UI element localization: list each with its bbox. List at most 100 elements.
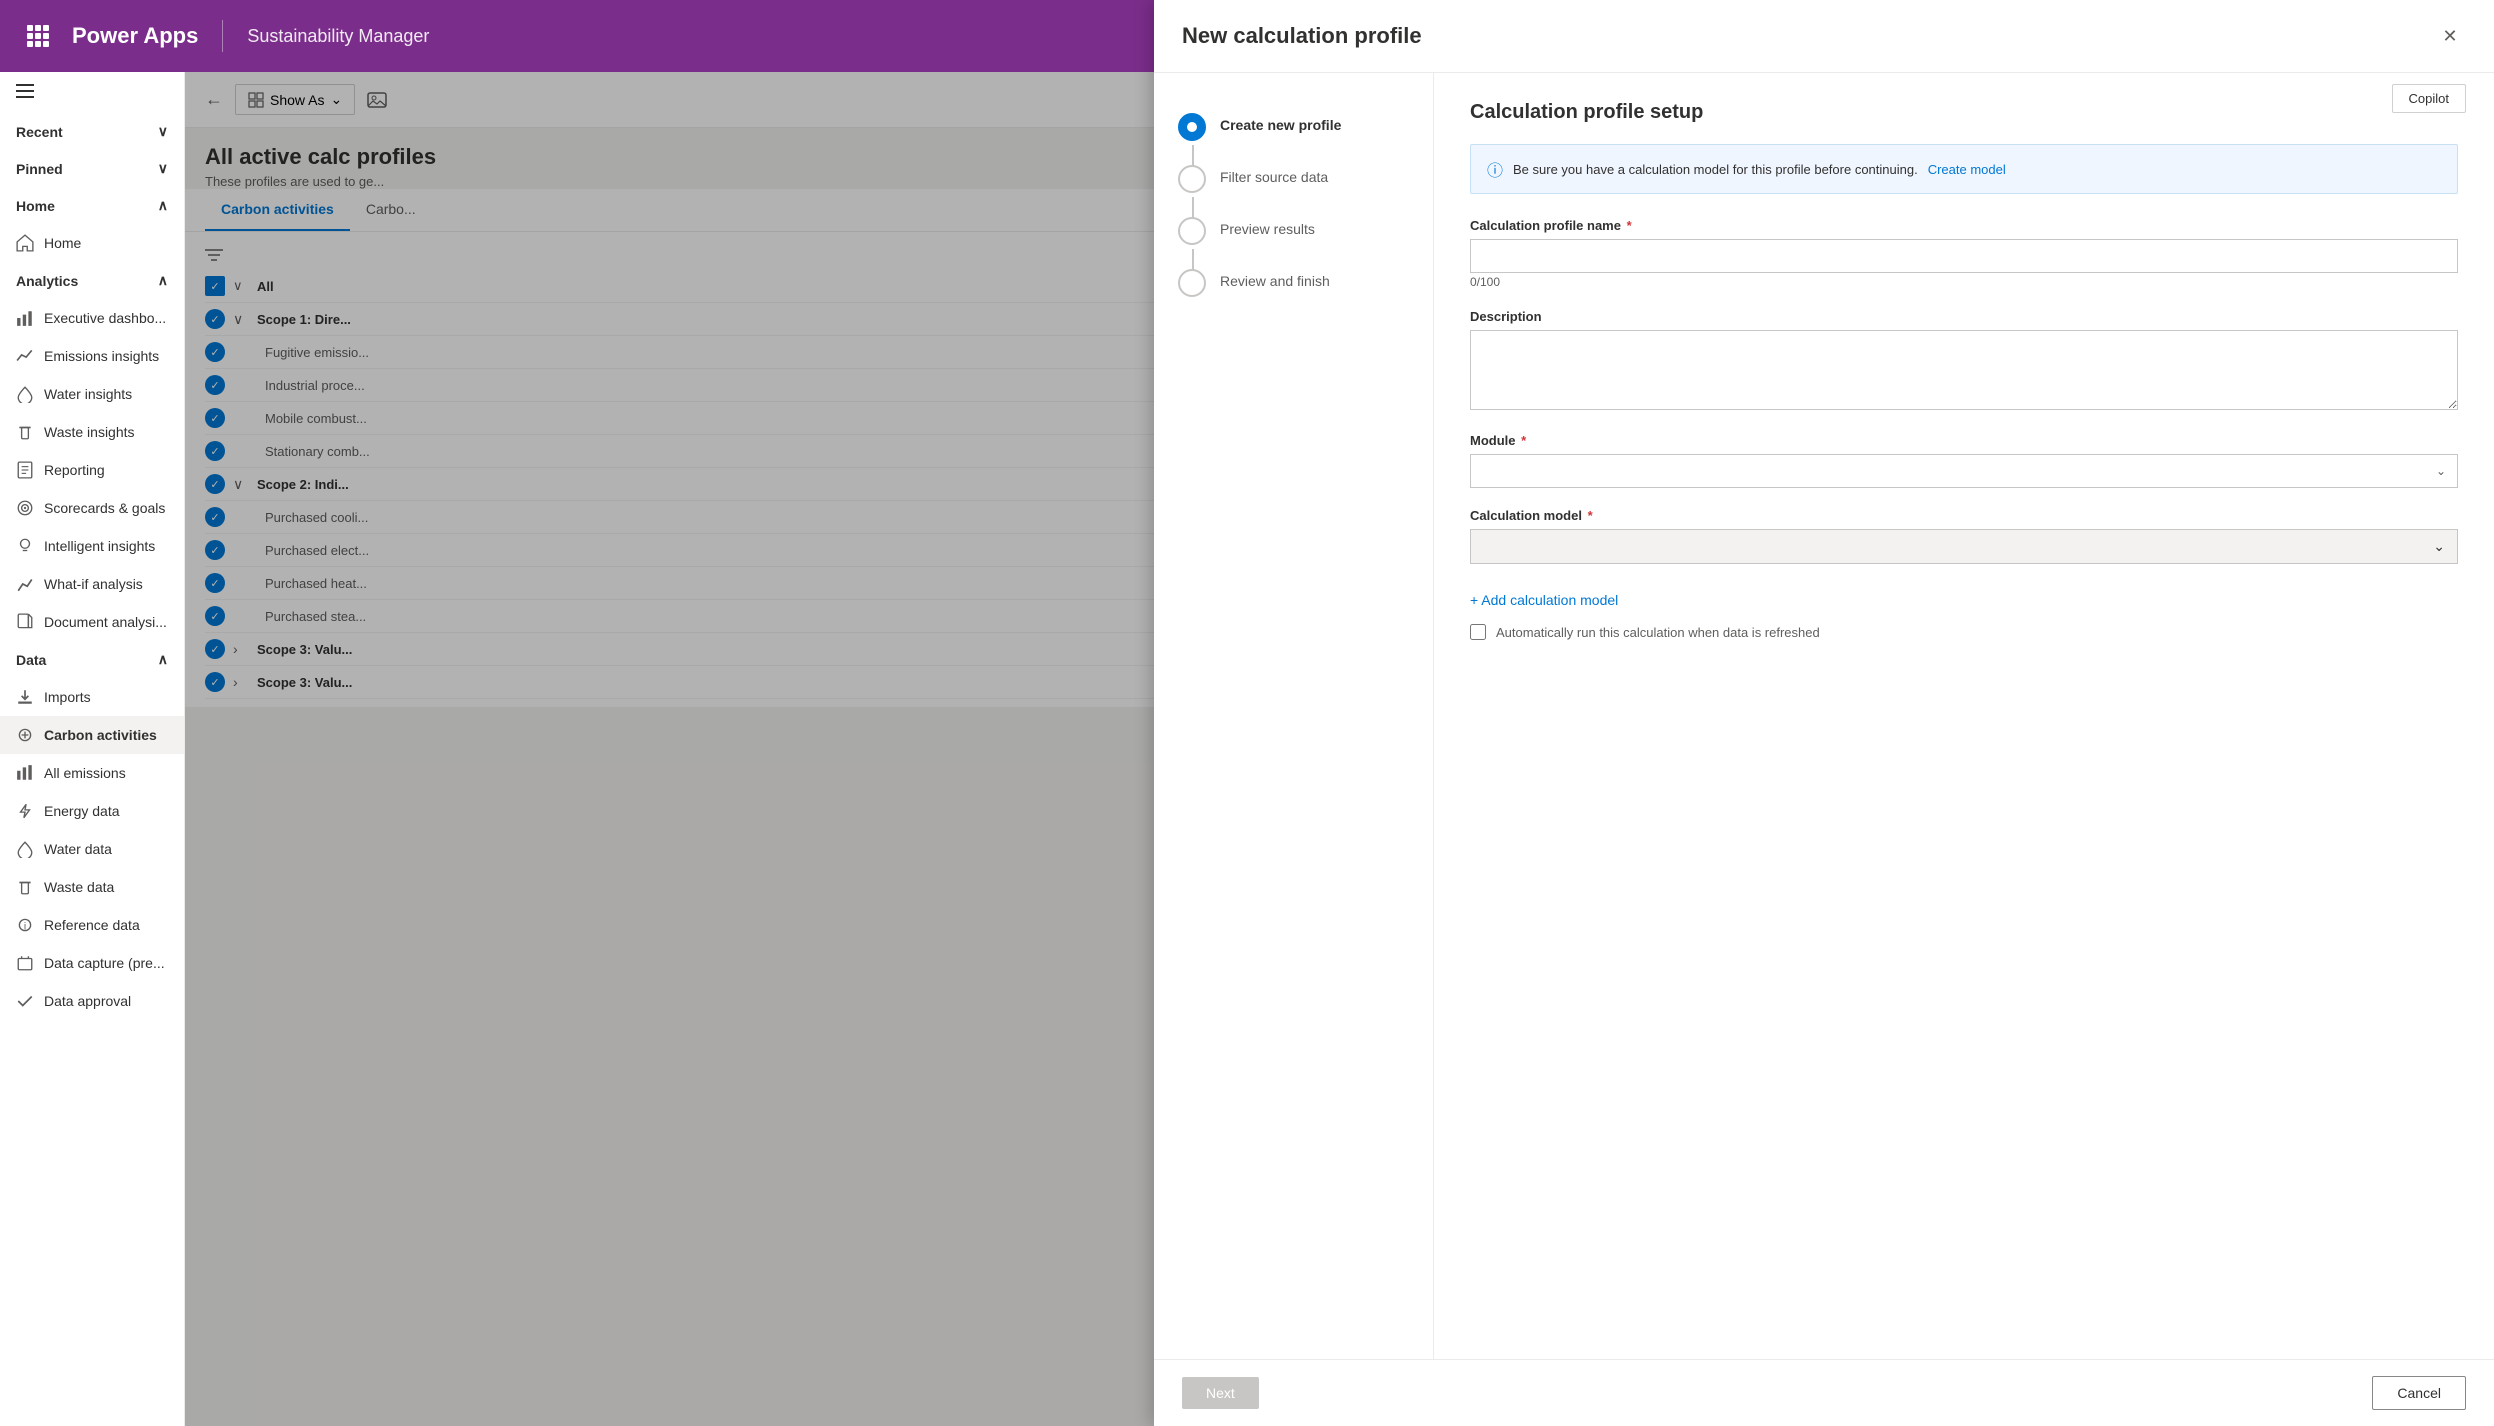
sidebar-section-recent[interactable]: Recent ∨ [0, 113, 184, 150]
pinned-chevron: ∨ [158, 160, 168, 177]
home-section-label: Home [16, 198, 55, 214]
sidebar-item-water-data[interactable]: Water data [0, 830, 184, 868]
home-chevron: ∧ [158, 197, 168, 214]
app-name: Power Apps [72, 23, 198, 49]
sidebar-item-data-approval[interactable]: Data approval [0, 982, 184, 1020]
create-model-link[interactable]: Create model [1928, 162, 2006, 177]
char-count: 0/100 [1470, 275, 2458, 289]
sidebar-item-label: Waste data [44, 879, 114, 895]
sidebar-item-document[interactable]: Document analysi... [0, 603, 184, 641]
sidebar-item-label: Document analysi... [44, 614, 167, 630]
sidebar-item-energy-data[interactable]: Energy data [0, 792, 184, 830]
analytics-section-label: Analytics [16, 273, 78, 289]
step-item-2: Filter source data [1178, 153, 1409, 205]
sidebar-section-data[interactable]: Data ∧ [0, 641, 184, 678]
sidebar-item-reference-data[interactable]: i Reference data [0, 906, 184, 944]
data-section-label: Data [16, 652, 46, 668]
sidebar-item-label: Waste insights [44, 424, 135, 440]
form-field-module: Module * ⌄ [1470, 433, 2458, 488]
description-textarea[interactable] [1470, 330, 2458, 410]
required-indicator: * [1521, 433, 1526, 448]
sidebar-item-whatif[interactable]: What-if analysis [0, 565, 184, 603]
sidebar-item-imports[interactable]: Imports [0, 678, 184, 716]
sidebar-section-pinned[interactable]: Pinned ∨ [0, 150, 184, 187]
all-emissions-icon [16, 764, 34, 782]
waste-icon [16, 423, 34, 441]
sidebar-item-executive-dashboard[interactable]: Executive dashbo... [0, 299, 184, 337]
hamburger-button[interactable] [0, 72, 184, 113]
form-field-calculation-model: Calculation model * ⌄ [1470, 508, 2458, 564]
target-icon [16, 499, 34, 517]
sidebar-item-water-insights[interactable]: Water insights [0, 375, 184, 413]
sidebar-item-waste-data[interactable]: Waste data [0, 868, 184, 906]
step-item-3: Preview results [1178, 205, 1409, 257]
chart-icon [16, 309, 34, 327]
sidebar-item-label: Energy data [44, 803, 120, 819]
sidebar-item-label: Reference data [44, 917, 140, 933]
next-button[interactable]: Next [1182, 1377, 1259, 1409]
info-message: Be sure you have a calculation model for… [1513, 162, 1918, 177]
form-field-description: Description [1470, 309, 2458, 413]
sidebar-item-label: All emissions [44, 765, 126, 781]
sidebar-item-intelligent-insights[interactable]: Intelligent insights [0, 527, 184, 565]
module-select[interactable] [1470, 454, 2458, 488]
sidebar-item-all-emissions[interactable]: All emissions [0, 754, 184, 792]
required-indicator: * [1588, 508, 1593, 523]
waste-data-icon [16, 878, 34, 896]
copilot-button[interactable]: Copilot [2392, 84, 2466, 113]
sidebar-item-label: Data capture (pre... [44, 955, 165, 971]
carbon-icon [16, 726, 34, 744]
step-circle-1 [1178, 113, 1206, 141]
step-label-1: Create new profile [1220, 113, 1341, 133]
sidebar-item-data-capture[interactable]: Data capture (pre... [0, 944, 184, 982]
close-button[interactable]: ✕ [2434, 20, 2466, 52]
sidebar-item-label: Carbon activities [44, 727, 157, 743]
water-data-icon [16, 840, 34, 858]
import-icon [16, 688, 34, 706]
pinned-label: Pinned [16, 161, 63, 177]
sidebar-section-analytics[interactable]: Analytics ∧ [0, 262, 184, 299]
step-circle-4 [1178, 269, 1206, 297]
sidebar-item-emissions-insights[interactable]: Emissions insights [0, 337, 184, 375]
report-icon [16, 461, 34, 479]
sidebar-item-label: Imports [44, 689, 91, 705]
sidebar-item-label: Data approval [44, 993, 131, 1009]
step-label-2: Filter source data [1220, 165, 1328, 185]
sidebar-item-label: Home [44, 235, 81, 251]
sidebar-item-home[interactable]: Home [0, 224, 184, 262]
cancel-button[interactable]: Cancel [2372, 1376, 2466, 1410]
form-section-title: Calculation profile setup [1470, 101, 2458, 124]
calculation-model-label: Calculation model * [1470, 508, 2458, 523]
app-subtitle: Sustainability Manager [247, 26, 429, 47]
modal-footer: Next Cancel [1154, 1359, 2494, 1426]
modal-title: New calculation profile [1182, 23, 1422, 49]
sidebar-section-home[interactable]: Home ∧ [0, 187, 184, 224]
info-icon: ⓘ [1487, 157, 1503, 181]
waffle-icon[interactable] [20, 18, 56, 54]
recent-label: Recent [16, 124, 63, 140]
water-icon [16, 385, 34, 403]
sidebar-item-waste-insights[interactable]: Waste insights [0, 413, 184, 451]
add-calculation-model-button[interactable]: + Add calculation model [1470, 584, 1618, 616]
sidebar-item-reporting[interactable]: Reporting [0, 451, 184, 489]
modal-panel: New calculation profile ✕ Create new pro… [1154, 0, 2494, 1426]
sidebar-item-label: Emissions insights [44, 348, 159, 364]
sidebar-item-carbon-activities[interactable]: Carbon activities [0, 716, 184, 754]
info-banner: ⓘ Be sure you have a calculation model f… [1470, 144, 2458, 194]
energy-icon [16, 802, 34, 820]
bulb-icon [16, 537, 34, 555]
sidebar-item-label: Water insights [44, 386, 132, 402]
module-select-wrapper: ⌄ [1470, 454, 2458, 488]
step-label-4: Review and finish [1220, 269, 1330, 289]
step-circle-3 [1178, 217, 1206, 245]
calc-model-select-wrapper: ⌄ [1470, 529, 2458, 564]
modal-header: New calculation profile ✕ [1154, 0, 2494, 73]
profile-name-input[interactable] [1470, 239, 2458, 273]
sidebar-item-label: Reporting [44, 462, 105, 478]
auto-run-checkbox[interactable] [1470, 624, 1486, 640]
recent-chevron: ∨ [158, 123, 168, 140]
approval-icon [16, 992, 34, 1010]
sidebar-item-scorecards[interactable]: Scorecards & goals [0, 489, 184, 527]
step-item-4: Review and finish [1178, 257, 1409, 309]
svg-text:i: i [24, 922, 26, 933]
